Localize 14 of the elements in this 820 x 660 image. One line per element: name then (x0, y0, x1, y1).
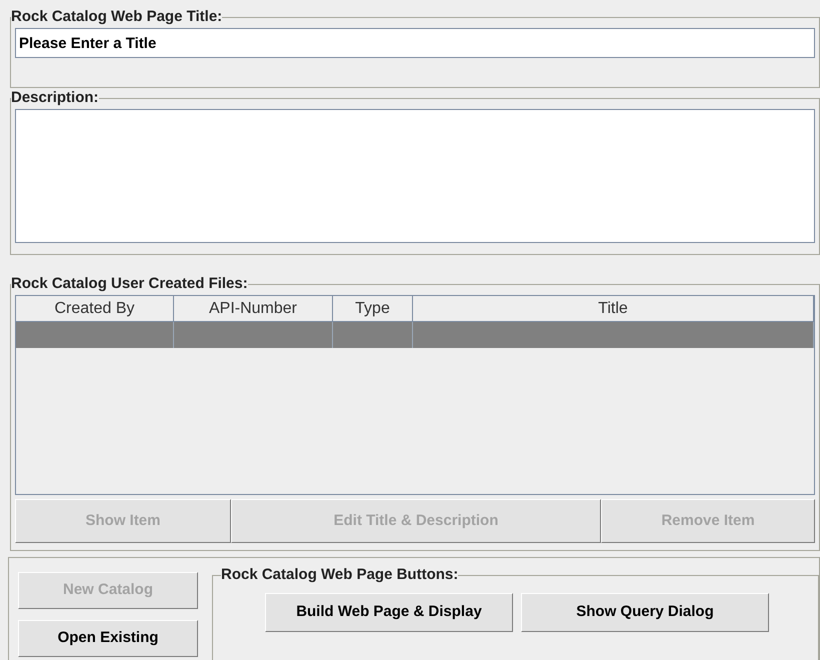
group-label: Rock Catalog User Created Files: (11, 275, 248, 293)
button[interactable]: Build Web Page & Display (265, 593, 513, 632)
column-header[interactable]: API-Number (174, 296, 333, 321)
button[interactable]: Show Query Dialog (521, 593, 769, 632)
table-row[interactable] (16, 322, 814, 348)
group-label: Rock Catalog Web Page Title: (11, 8, 222, 26)
column-header[interactable]: Title (413, 296, 814, 321)
description-field[interactable] (15, 109, 815, 243)
group-label: Rock Catalog Web Page Buttons: (221, 566, 458, 584)
title-field[interactable]: Please Enter a Title (15, 28, 815, 58)
column-header[interactable]: Created By (16, 296, 174, 321)
button[interactable]: Open Existing (18, 620, 198, 657)
group-label: Description: (11, 89, 99, 107)
column-header[interactable]: Type (333, 296, 413, 321)
